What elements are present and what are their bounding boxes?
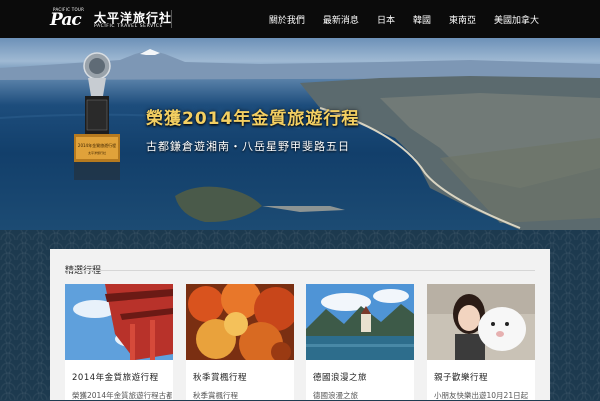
nav-item-japan[interactable]: 日本: [368, 13, 404, 26]
tour-card[interactable]: 德國浪漫之旅 德國浪漫之旅: [306, 284, 414, 400]
tour-card[interactable]: 秋季賞楓行程 秋季賞楓行程: [186, 284, 294, 400]
hero-subline: 古都鎌倉遊湘南・八岳星野甲斐路五日: [146, 140, 350, 153]
main-nav: 關於我們 最新消息 日本 韓國 東南亞 美國加拿大: [260, 0, 548, 38]
nav-item-news[interactable]: 最新消息: [314, 13, 368, 26]
nav-item-usa-canada[interactable]: 美國加拿大: [485, 13, 548, 26]
tour-card-image[interactable]: [306, 284, 414, 360]
tour-card-title[interactable]: 親子歡樂行程: [434, 371, 488, 383]
tour-card-desc: 秋季賞楓行程: [193, 391, 238, 400]
section-divider: [65, 270, 535, 271]
pac-logo-mark: PACIFIC TOUR Pac: [50, 7, 92, 31]
tour-card-title[interactable]: 2014年金質旅遊行程: [72, 371, 159, 383]
tour-card-title[interactable]: 秋季賞楓行程: [193, 371, 247, 383]
nav-item-about[interactable]: 關於我們: [260, 13, 314, 26]
nav-item-korea[interactable]: 韓國: [404, 13, 440, 26]
svg-text:太平洋旅行社: 太平洋旅行社: [88, 150, 106, 155]
logo-english-name: PACIFIC TRAVEL SERVICE: [94, 24, 163, 29]
logo-divider: [171, 10, 172, 28]
hero-coastline-image: 2014年金質旅遊行程 太平洋旅行社: [0, 49, 600, 230]
hero-headline: 榮獲2014年金質旅遊行程: [146, 109, 360, 129]
logo-mark-text: Pac: [50, 10, 82, 30]
tour-card-image[interactable]: [186, 284, 294, 360]
tour-card-image[interactable]: [65, 284, 173, 360]
tour-card-desc: 德國浪漫之旅: [313, 391, 358, 400]
tour-card-desc: 榮獲2014年金質旅遊行程古都鎌倉遊湘南: [72, 391, 172, 400]
tour-card-image[interactable]: [427, 284, 535, 360]
featured-tours-panel: 精選行程 2014年金質旅遊行程 榮獲2014年金質旅遊行程古都鎌倉遊湘南: [50, 249, 550, 400]
tour-card[interactable]: 親子歡樂行程 小朋友快樂出遊10月21日起: [427, 284, 535, 400]
site-logo[interactable]: PACIFIC TOUR Pac 太平洋旅行社 PACIFIC TRAVEL S…: [50, 7, 175, 31]
tour-card-title[interactable]: 德國浪漫之旅: [313, 371, 367, 383]
svg-text:2014年金質旅遊行程: 2014年金質旅遊行程: [78, 142, 116, 148]
site-header: PACIFIC TOUR Pac 太平洋旅行社 PACIFIC TRAVEL S…: [0, 0, 600, 38]
tour-card-desc: 小朋友快樂出遊10月21日起: [434, 391, 529, 400]
nav-item-southeast-asia[interactable]: 東南亞: [440, 13, 485, 26]
hero-banner[interactable]: 2014年金質旅遊行程 太平洋旅行社 榮獲2014年金質旅遊行程 古都鎌倉遊湘南…: [0, 38, 600, 230]
tour-card[interactable]: 2014年金質旅遊行程 榮獲2014年金質旅遊行程古都鎌倉遊湘南: [65, 284, 173, 400]
